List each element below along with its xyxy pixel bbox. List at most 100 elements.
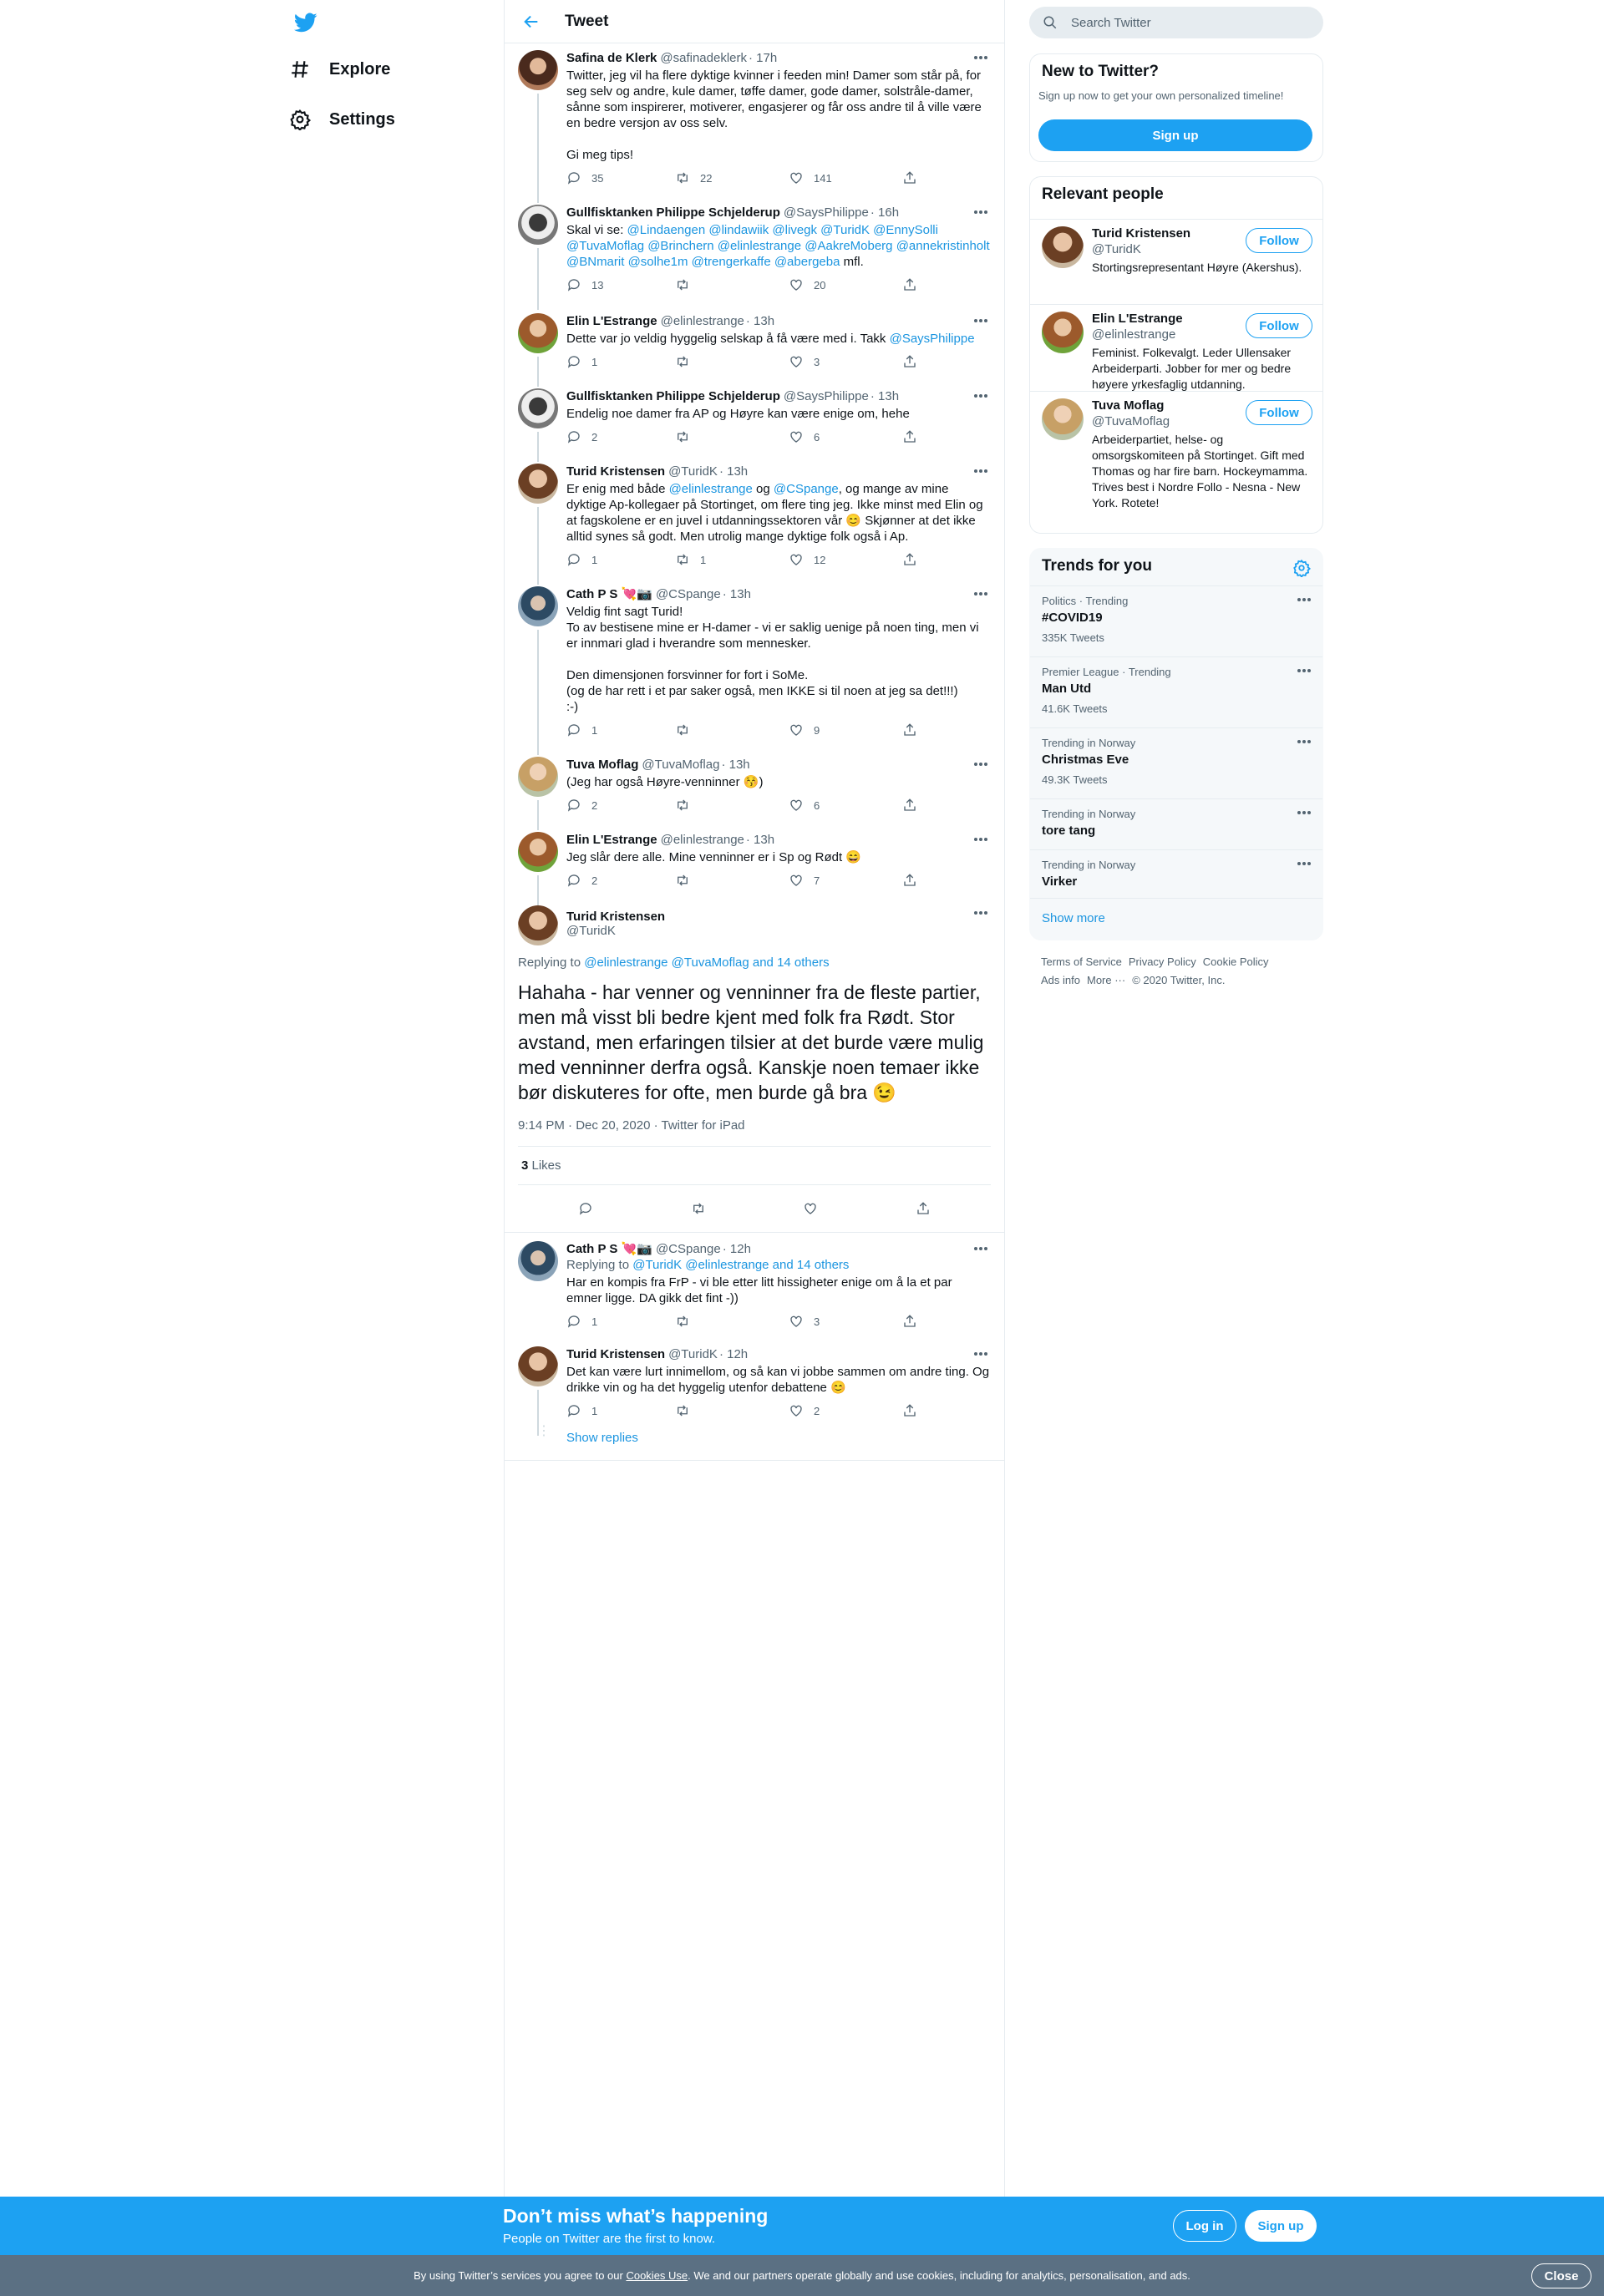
author-handle[interactable]: @safinadeklerk [660,50,747,66]
back-arrow-icon[interactable] [522,13,541,31]
tweet-time[interactable]: · 12h [719,1346,748,1362]
share-button[interactable] [902,798,917,813]
privacy-link[interactable]: Privacy Policy [1129,955,1196,968]
log-in-button[interactable]: Log in [1173,2210,1236,2242]
sign-up-button[interactable]: Sign up [1038,119,1312,151]
more-options-icon[interactable] [1297,598,1311,601]
author-name[interactable]: Cath P S 💘📷 [566,1241,652,1257]
author-name[interactable]: Cath P S 💘📷 [566,586,652,602]
author-name[interactable]: Elin L'Estrange [566,832,657,848]
like-button[interactable]: 141 [789,170,902,186]
like-button[interactable]: 3 [789,1314,902,1330]
more-options-icon[interactable] [1297,669,1311,672]
author-handle[interactable]: @TuridK [668,1346,718,1362]
thread-tweet[interactable]: Cath P S 💘📷 @CSpange · 12h Replying to @Tu… [505,1233,1004,1338]
tweet-time[interactable]: · 13h [719,464,748,479]
terms-link[interactable]: Terms of Service [1041,955,1122,968]
author-handle[interactable]: @TuridK [566,924,665,938]
close-button[interactable]: Close [1531,2263,1591,2288]
show-more-link[interactable]: Show more [1042,911,1105,925]
more-options-icon[interactable] [971,586,991,601]
person-row[interactable]: Turid Kristensen @TuridK Stortingsrepres… [1030,219,1322,304]
mention-links[interactable]: @Lindaengen @lindawiik @livegk @TuridK @… [566,223,993,269]
ads-info-link[interactable]: Ads info [1041,974,1080,986]
thread-tweet[interactable]: Safina de Klerk @safinadeklerk · 17h Twitt… [505,43,1004,203]
more-options-icon[interactable] [971,905,991,920]
tweet-time[interactable]: · 13h [871,388,899,404]
thread-tweet[interactable]: Cath P S 💘📷 @CSpange · 13h Veldig fint sag… [505,576,1004,755]
share-button[interactable] [902,354,917,369]
person-handle[interactable]: @TuvaMoflag [1092,414,1170,428]
trend-item[interactable]: Trending in Norway Christmas Eve 49.3K T… [1030,727,1322,798]
more-options-icon[interactable] [971,313,991,328]
person-name[interactable]: Tuva Moflag [1092,398,1164,413]
like-button[interactable]: 2 [789,1403,902,1419]
avatar[interactable] [1042,312,1084,353]
thread-tweet[interactable]: Turid Kristensen @TuridK · 12h Det kan vær… [505,1338,1004,1436]
thread-tweet[interactable]: Elin L'Estrange @elinlestrange · 13h Dette… [505,302,1004,387]
more-options-icon[interactable] [971,205,991,220]
share-button[interactable] [902,873,917,888]
more-options-icon[interactable] [971,757,991,772]
retweet-button[interactable] [675,798,789,813]
avatar[interactable] [518,832,558,872]
follow-button[interactable]: Follow [1246,400,1312,425]
tweet-timestamp[interactable]: 9:14 PM · Dec 20, 2020 · Twitter for iPa… [505,1118,1004,1133]
share-button[interactable] [902,170,917,185]
sign-up-button[interactable]: Sign up [1245,2210,1317,2242]
like-icon[interactable] [803,1201,818,1216]
retweet-button[interactable] [675,1403,789,1418]
more-options-icon[interactable] [1297,811,1311,814]
avatar[interactable] [518,205,558,245]
author-handle[interactable]: @TuvaMoflag [642,757,719,773]
share-icon[interactable] [916,1201,931,1216]
author-name[interactable]: Safina de Klerk [566,50,657,66]
reply-button[interactable]: 2 [566,798,675,813]
replying-links[interactable]: @TuridK @elinlestrange and 14 others [632,1258,849,1272]
author-name[interactable]: Turid Kristensen [566,1346,665,1362]
thread-tweet[interactable]: Tuva Moflag @TuvaMoflag · 13h (Jeg har ogs… [505,747,1004,830]
avatar[interactable] [518,50,558,90]
tweet-time[interactable]: · 13h [746,832,774,848]
reply-button[interactable]: 13 [566,277,675,293]
more-link[interactable]: More ··· [1087,974,1125,986]
share-button[interactable] [902,429,917,444]
avatar[interactable] [518,586,558,626]
more-options-icon[interactable] [1297,740,1311,743]
cookies-use-link[interactable]: Cookies Use [626,2269,688,2282]
retweet-button[interactable]: 22 [675,170,789,186]
nav-explore[interactable]: Explore [289,58,390,80]
retweet-button[interactable]: 1 [675,552,789,568]
author-handle[interactable]: @elinlestrange [661,313,744,329]
reply-button[interactable]: 35 [566,170,675,186]
retweet-button[interactable] [675,873,789,888]
author-name[interactable]: Elin L'Estrange [566,313,657,329]
reply-button[interactable]: 1 [566,1314,675,1330]
more-options-icon[interactable] [971,832,991,847]
share-button[interactable] [902,277,917,292]
mention-link[interactable]: @CSpange [774,482,839,496]
gear-icon[interactable] [1292,559,1312,581]
more-options-icon[interactable] [971,1241,991,1256]
more-options-icon[interactable] [971,388,991,403]
retweet-button[interactable] [675,277,789,292]
nav-settings[interactable]: Settings [289,109,395,130]
person-row[interactable]: Tuva Moflag @TuvaMoflag Arbeiderpartiet,… [1030,391,1322,533]
author-name[interactable]: Gullfisktanken Philippe Schjelderup [566,388,780,404]
author-handle[interactable]: @SaysPhilippe [784,205,869,220]
avatar[interactable] [518,1346,558,1386]
thread-tweet[interactable]: Gullfisktanken Philippe Schjelderup @Says… [505,195,1004,310]
avatar[interactable] [1042,226,1084,268]
avatar[interactable] [1042,398,1084,440]
share-button[interactable] [902,552,917,567]
avatar[interactable] [518,388,558,428]
avatar[interactable] [518,905,558,945]
avatar[interactable] [518,757,558,797]
retweet-button[interactable] [675,429,789,444]
follow-button[interactable]: Follow [1246,313,1312,338]
person-row[interactable]: Elin L'Estrange @elinlestrange Feminist.… [1030,304,1322,391]
reply-button[interactable]: 1 [566,722,675,738]
like-button[interactable]: 6 [789,798,902,813]
reply-button[interactable]: 1 [566,354,675,370]
cookie-policy-link[interactable]: Cookie Policy [1203,955,1269,968]
